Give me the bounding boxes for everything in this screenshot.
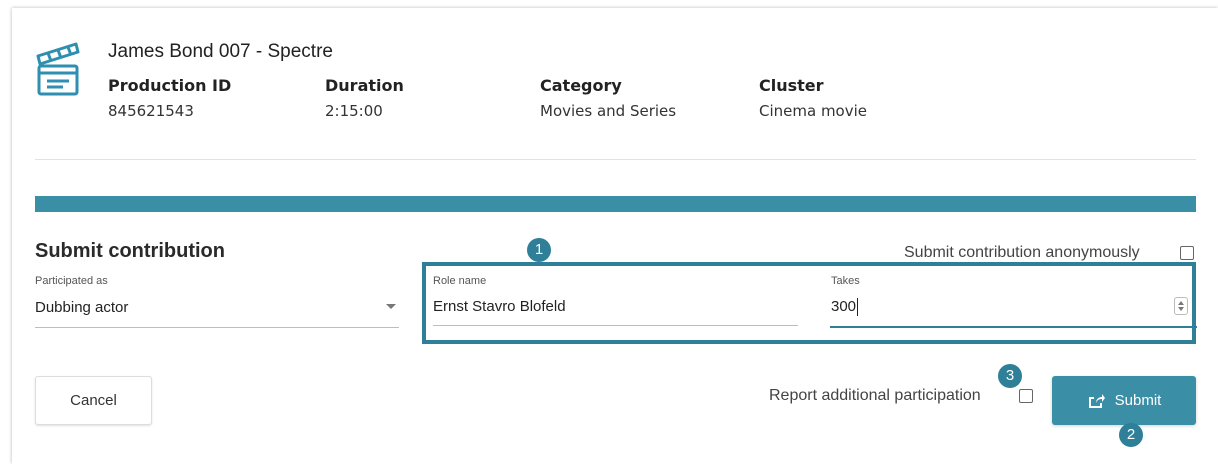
- report-additional-checkbox[interactable]: [1019, 389, 1033, 403]
- takes-spinner[interactable]: [1174, 297, 1188, 315]
- header-divider: [35, 159, 1196, 160]
- submit-label: Submit: [1114, 392, 1162, 409]
- clapperboard-icon: [36, 42, 80, 96]
- role-name-underline: [433, 325, 798, 326]
- production-title: James Bond 007 - Spectre: [108, 41, 333, 62]
- section-title: Submit contribution: [35, 240, 225, 262]
- progress-fill: [35, 196, 1196, 212]
- role-name-label: Role name: [433, 275, 487, 287]
- anonymous-label: Submit contribution anonymously: [904, 244, 1140, 261]
- anonymous-checkbox[interactable]: [1180, 246, 1194, 260]
- participated-as-select[interactable]: Dubbing actor: [35, 299, 128, 316]
- participated-as-underline: [35, 327, 399, 328]
- cluster-label: Cluster: [759, 76, 824, 95]
- participated-as-label: Participated as: [35, 275, 108, 287]
- progress-bar: [35, 196, 1196, 212]
- category-label: Category: [540, 76, 622, 95]
- callout-badge-1: 1: [527, 238, 551, 262]
- share-icon: [1088, 393, 1105, 408]
- duration-value: 2:15:00: [325, 102, 383, 120]
- cluster-value: Cinema movie: [759, 102, 868, 120]
- role-name-input[interactable]: Ernst Stavro Blofeld: [433, 298, 566, 315]
- category-value: Movies and Series: [540, 102, 677, 120]
- submit-button[interactable]: Submit: [1052, 376, 1196, 425]
- takes-underline: [830, 326, 1197, 328]
- report-additional-label: Report additional participation: [769, 387, 981, 404]
- takes-label: Takes: [831, 275, 860, 287]
- production-id-label: Production ID: [108, 76, 232, 95]
- callout-badge-3: 3: [998, 364, 1022, 388]
- dropdown-arrow-icon[interactable]: [386, 304, 396, 309]
- duration-label: Duration: [325, 76, 404, 95]
- production-id-value: 845621543: [108, 102, 194, 120]
- cancel-button[interactable]: Cancel: [35, 376, 152, 425]
- takes-input[interactable]: 300: [831, 298, 856, 315]
- text-cursor: [857, 298, 858, 316]
- callout-badge-2: 2: [1119, 423, 1143, 447]
